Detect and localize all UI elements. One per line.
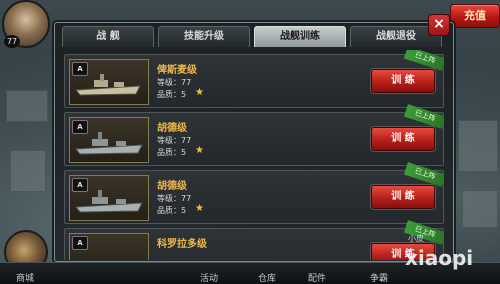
rank-icon: A	[72, 120, 88, 134]
tab-warship-training[interactable]: 战舰训练	[254, 26, 346, 47]
nav-item-events[interactable]: 活动	[200, 271, 218, 284]
rank-icon: A	[72, 62, 88, 76]
tab-skill-upgrade[interactable]: 技能升级	[158, 26, 250, 47]
ship-name: 科罗拉多级	[157, 239, 207, 250]
player-level-badge: 77	[4, 35, 20, 48]
nav-item-parts[interactable]: 配件	[308, 271, 326, 284]
ship-quality: 品质：5	[157, 90, 187, 99]
train-button[interactable]: 训 练	[371, 127, 435, 151]
nav-item-mall[interactable]: 商城	[16, 271, 34, 284]
ship-level: 等级：77	[157, 194, 192, 203]
list-item: A 俾斯麦级 等级：77 品质：5 ★ 训 练 已上阵	[64, 50, 444, 108]
tab-bar: 战 舰 技能升级 战舰训练 战舰退役	[62, 26, 442, 47]
nav-item-contest[interactable]: 争霸	[370, 271, 388, 284]
ship-quality: 品质：5	[157, 148, 187, 157]
ship-thumbnail: A	[69, 175, 149, 221]
list-item: A 胡德级 等级：77 品质：5 ★ 训 练 已上阵	[64, 104, 444, 166]
ship-thumbnail: A	[69, 59, 149, 105]
ship-level: 等级：77	[157, 78, 192, 87]
ship-name: 胡德级	[157, 181, 187, 192]
watermark-logo: xiaopi	[405, 246, 474, 270]
watermark-sub: 小皮	[408, 234, 424, 243]
close-icon[interactable]: ×	[428, 14, 450, 36]
ship-thumbnail: A	[69, 117, 149, 163]
star-icon: ★	[195, 87, 204, 98]
nav-item-warehouse[interactable]: 仓库	[258, 271, 276, 284]
recharge-button[interactable]: 充值	[450, 4, 500, 28]
harbor-building	[10, 150, 46, 192]
recharge-area: 充值	[450, 4, 500, 28]
player-info[interactable]: 77	[0, 0, 55, 48]
train-button[interactable]: 训 练	[371, 69, 435, 93]
ship-level: 等级：77	[157, 136, 192, 145]
ship-quality: 品质：5	[157, 206, 187, 215]
deployed-ribbon: 已上阵	[403, 50, 444, 71]
harbor-building	[462, 190, 498, 228]
tab-warships[interactable]: 战 舰	[62, 26, 154, 47]
ship-thumbnail: A	[69, 233, 149, 260]
ship-name: 俾斯麦级	[157, 65, 197, 76]
star-icon: ★	[195, 203, 204, 214]
rank-icon: A	[72, 178, 88, 192]
ship-name: 胡德级	[157, 123, 187, 134]
harbor-building	[458, 120, 498, 172]
star-icon: ★	[195, 145, 204, 156]
list-item: A 科罗拉多级 训 练 已上阵	[64, 220, 444, 260]
harbor-building	[6, 90, 48, 122]
train-button[interactable]: 训 练	[371, 185, 435, 209]
rank-icon: A	[72, 236, 88, 250]
ship-list[interactable]: A 俾斯麦级 等级：77 品质：5 ★ 训 练 已上阵 A 胡德级 等级：77 …	[64, 50, 444, 260]
list-item: A 胡德级 等级：77 品质：5 ★ 训 练 已上阵	[64, 162, 444, 224]
